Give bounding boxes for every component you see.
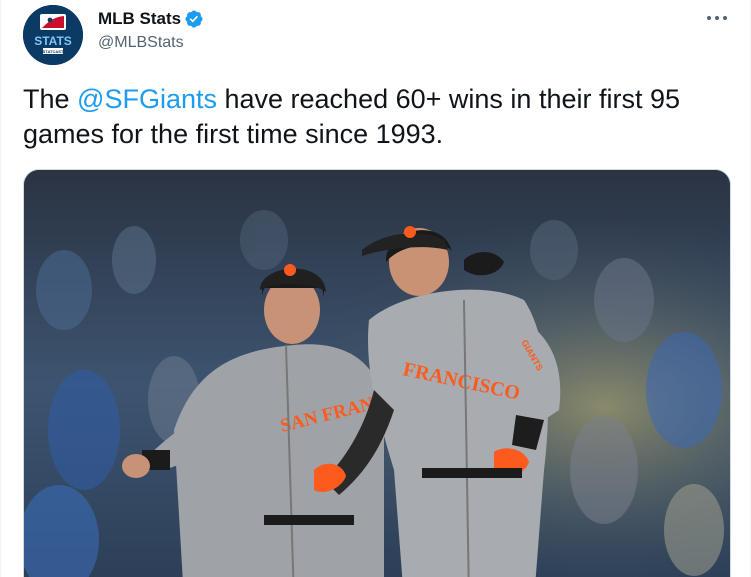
mention-link[interactable]: @SFGiants — [77, 84, 217, 114]
tweet-text-before: The — [23, 84, 78, 114]
verified-badge-icon — [185, 10, 203, 28]
tweet-header: STATS STATCAST MLB Stats @MLBStats — [23, 5, 733, 65]
giants-players-photo: SAN FRANCISCO FRANCISCO GIANTS — [24, 170, 730, 577]
tweet-text: The @SFGiants have reached 60+ wins in t… — [23, 82, 733, 152]
display-name[interactable]: MLB Stats — [98, 9, 181, 29]
tweet-photo[interactable]: SAN FRANCISCO FRANCISCO GIANTS — [23, 169, 731, 577]
mlb-stats-logo-icon: STATS STATCAST — [23, 5, 83, 65]
account-names: MLB Stats @MLBStats — [98, 8, 204, 52]
more-options-icon[interactable] — [705, 10, 729, 26]
account-handle[interactable]: @MLBStats — [98, 34, 204, 52]
avatar-subtext: STATCAST — [43, 49, 64, 54]
display-name-row: MLB Stats — [98, 8, 204, 30]
avatar[interactable]: STATS STATCAST — [23, 5, 83, 65]
tweet-card[interactable]: STATS STATCAST MLB Stats @MLBStats The @… — [0, 0, 751, 577]
avatar-text: STATS — [34, 34, 72, 48]
